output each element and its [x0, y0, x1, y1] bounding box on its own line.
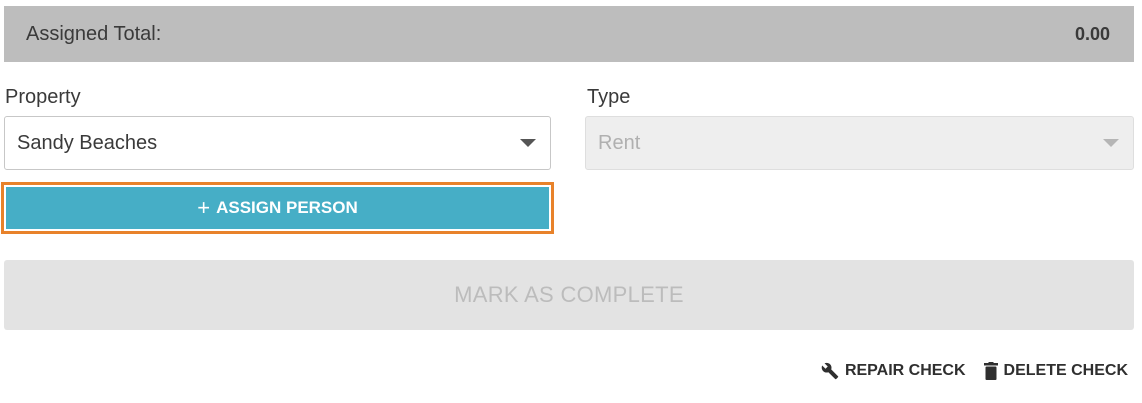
assign-person-label: ASSIGN PERSON — [216, 198, 358, 217]
mark-as-complete-button[interactable]: MARK AS COMPLETE — [4, 260, 1134, 330]
property-label: Property — [5, 86, 81, 108]
property-select[interactable]: Sandy Beaches — [4, 116, 551, 170]
check-actions: REPAIR CHECK DELETE CHECK — [821, 362, 1128, 380]
repair-check-button[interactable]: REPAIR CHECK — [821, 362, 966, 380]
mark-as-complete-label: MARK AS COMPLETE — [454, 282, 684, 307]
chevron-down-icon — [520, 139, 536, 147]
assign-person-button[interactable]: + ASSIGN PERSON — [6, 187, 549, 229]
delete-check-label: DELETE CHECK — [1003, 362, 1128, 379]
type-selected-value: Rent — [598, 131, 641, 154]
property-selected-value: Sandy Beaches — [17, 131, 158, 154]
chevron-down-icon — [1103, 139, 1119, 147]
trash-icon — [983, 362, 998, 380]
plus-icon: + — [197, 195, 211, 220]
repair-check-label: REPAIR CHECK — [844, 362, 966, 379]
type-label: Type — [587, 86, 631, 108]
assigned-total-label: Assigned Total: — [26, 22, 162, 45]
type-select[interactable]: Rent — [585, 116, 1134, 170]
assigned-total-bar: Assigned Total: 0.00 — [4, 6, 1134, 62]
assign-person-highlight: + ASSIGN PERSON — [1, 182, 554, 234]
wrench-icon — [821, 362, 839, 380]
delete-check-button[interactable]: DELETE CHECK — [983, 362, 1128, 380]
assigned-total-value: 0.00 — [1074, 23, 1110, 44]
